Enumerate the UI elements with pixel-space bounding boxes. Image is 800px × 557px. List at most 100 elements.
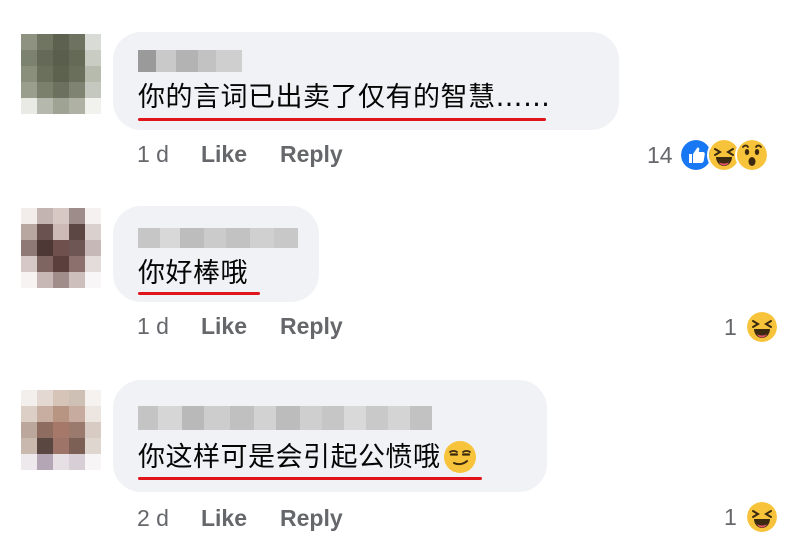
avatar-pixel	[53, 82, 69, 98]
avatar-pixel	[69, 406, 85, 422]
avatar-pixel	[69, 272, 85, 288]
avatar[interactable]	[21, 34, 101, 114]
reply-button[interactable]: Reply	[280, 313, 343, 340]
avatar-pixel	[21, 224, 37, 240]
reply-button[interactable]: Reply	[280, 141, 343, 168]
avatar-pixel	[21, 454, 37, 470]
avatar-pixel	[21, 50, 37, 66]
avatar-pixel	[21, 98, 37, 114]
blurred-username[interactable]	[138, 228, 298, 248]
comment-text: 你的言词已出卖了仅有的智慧……	[138, 82, 551, 113]
avatar-pixel	[85, 256, 101, 272]
reaction-summary[interactable]: 14	[647, 138, 769, 172]
avatar-pixel	[69, 98, 85, 114]
avatar-pixel	[85, 82, 101, 98]
reaction-summary[interactable]: 1	[724, 500, 779, 534]
avatar-pixel	[21, 422, 37, 438]
avatar[interactable]	[21, 208, 101, 288]
avatar-pixel	[37, 438, 53, 454]
red-underline	[138, 477, 482, 480]
reply-button[interactable]: Reply	[280, 505, 343, 532]
avatar-pixel	[53, 454, 69, 470]
avatar-pixel	[53, 256, 69, 272]
avatar[interactable]	[21, 390, 101, 470]
avatar-pixel	[85, 390, 101, 406]
avatar-pixel	[85, 224, 101, 240]
avatar-pixel	[37, 224, 53, 240]
comment-bubble: 你这样可是会引起公愤哦	[113, 380, 547, 492]
comment-text: 你好棒哦	[138, 258, 248, 289]
like-button[interactable]: Like	[201, 505, 247, 532]
avatar-pixel	[21, 208, 37, 224]
comment-text-row: 你这样可是会引起公愤哦	[138, 440, 477, 476]
avatar-pixel	[37, 34, 53, 50]
avatar-pixel	[53, 406, 69, 422]
avatar-pixel	[53, 272, 69, 288]
avatar-pixel	[21, 272, 37, 288]
avatar-pixel	[69, 82, 85, 98]
avatar-pixel	[53, 50, 69, 66]
avatar-pixel	[21, 406, 37, 422]
avatar-pixel	[37, 208, 53, 224]
reaction-count: 1	[724, 503, 737, 530]
wow-icon	[734, 138, 769, 172]
avatar-pixel	[21, 34, 37, 50]
smirk-emoji-icon	[443, 440, 476, 473]
avatar-pixel	[21, 66, 37, 82]
laugh-icon	[744, 500, 779, 534]
avatar-pixel	[21, 390, 37, 406]
avatar-pixel	[37, 390, 53, 406]
comment-actions: 1 d Like Reply	[137, 313, 376, 340]
avatar-pixel	[85, 454, 101, 470]
avatar-pixel	[53, 240, 69, 256]
avatar-pixel	[37, 98, 53, 114]
avatar-pixel	[69, 256, 85, 272]
like-button[interactable]: Like	[201, 313, 247, 340]
blurred-username[interactable]	[138, 50, 242, 72]
avatar-pixel	[37, 422, 53, 438]
avatar-pixel	[53, 98, 69, 114]
avatar-pixel	[21, 82, 37, 98]
comment-bubble: 你的言词已出卖了仅有的智慧……	[113, 32, 619, 130]
avatar-pixel	[37, 256, 53, 272]
red-underline	[138, 118, 546, 121]
reaction-summary[interactable]: 1	[724, 310, 779, 344]
avatar-pixel	[69, 34, 85, 50]
avatar-pixel	[37, 454, 53, 470]
comment-thread: 你的言词已出卖了仅有的智慧…… 1 d Like Reply 14 你好棒哦 1…	[0, 0, 800, 557]
avatar-pixel	[37, 50, 53, 66]
like-button[interactable]: Like	[201, 141, 247, 168]
avatar-pixel	[85, 98, 101, 114]
avatar-pixel	[85, 34, 101, 50]
blurred-username[interactable]	[138, 406, 432, 430]
laugh-icon	[744, 310, 779, 344]
avatar-pixel	[69, 208, 85, 224]
comment-actions: 1 d Like Reply	[137, 141, 376, 168]
avatar-pixel	[37, 66, 53, 82]
timestamp[interactable]: 1 d	[137, 141, 169, 168]
avatar-pixel	[69, 50, 85, 66]
avatar-pixel	[53, 390, 69, 406]
avatar-pixel	[85, 240, 101, 256]
avatar-pixel	[37, 82, 53, 98]
avatar-pixel	[85, 50, 101, 66]
timestamp[interactable]: 1 d	[137, 313, 169, 340]
comment-bubble: 你好棒哦	[113, 206, 319, 302]
avatar-pixel	[21, 256, 37, 272]
avatar-pixel	[69, 224, 85, 240]
avatar-pixel	[53, 34, 69, 50]
avatar-pixel	[69, 438, 85, 454]
avatar-pixel	[37, 272, 53, 288]
avatar-pixel	[85, 406, 101, 422]
avatar-pixel	[53, 66, 69, 82]
comment-actions: 2 d Like Reply	[137, 505, 376, 532]
avatar-pixel	[85, 422, 101, 438]
reaction-count: 14	[647, 141, 673, 168]
timestamp[interactable]: 2 d	[137, 505, 169, 532]
avatar-pixel	[53, 208, 69, 224]
avatar-pixel	[37, 406, 53, 422]
avatar-pixel	[53, 224, 69, 240]
avatar-pixel	[53, 422, 69, 438]
avatar-pixel	[69, 422, 85, 438]
avatar-pixel	[53, 438, 69, 454]
